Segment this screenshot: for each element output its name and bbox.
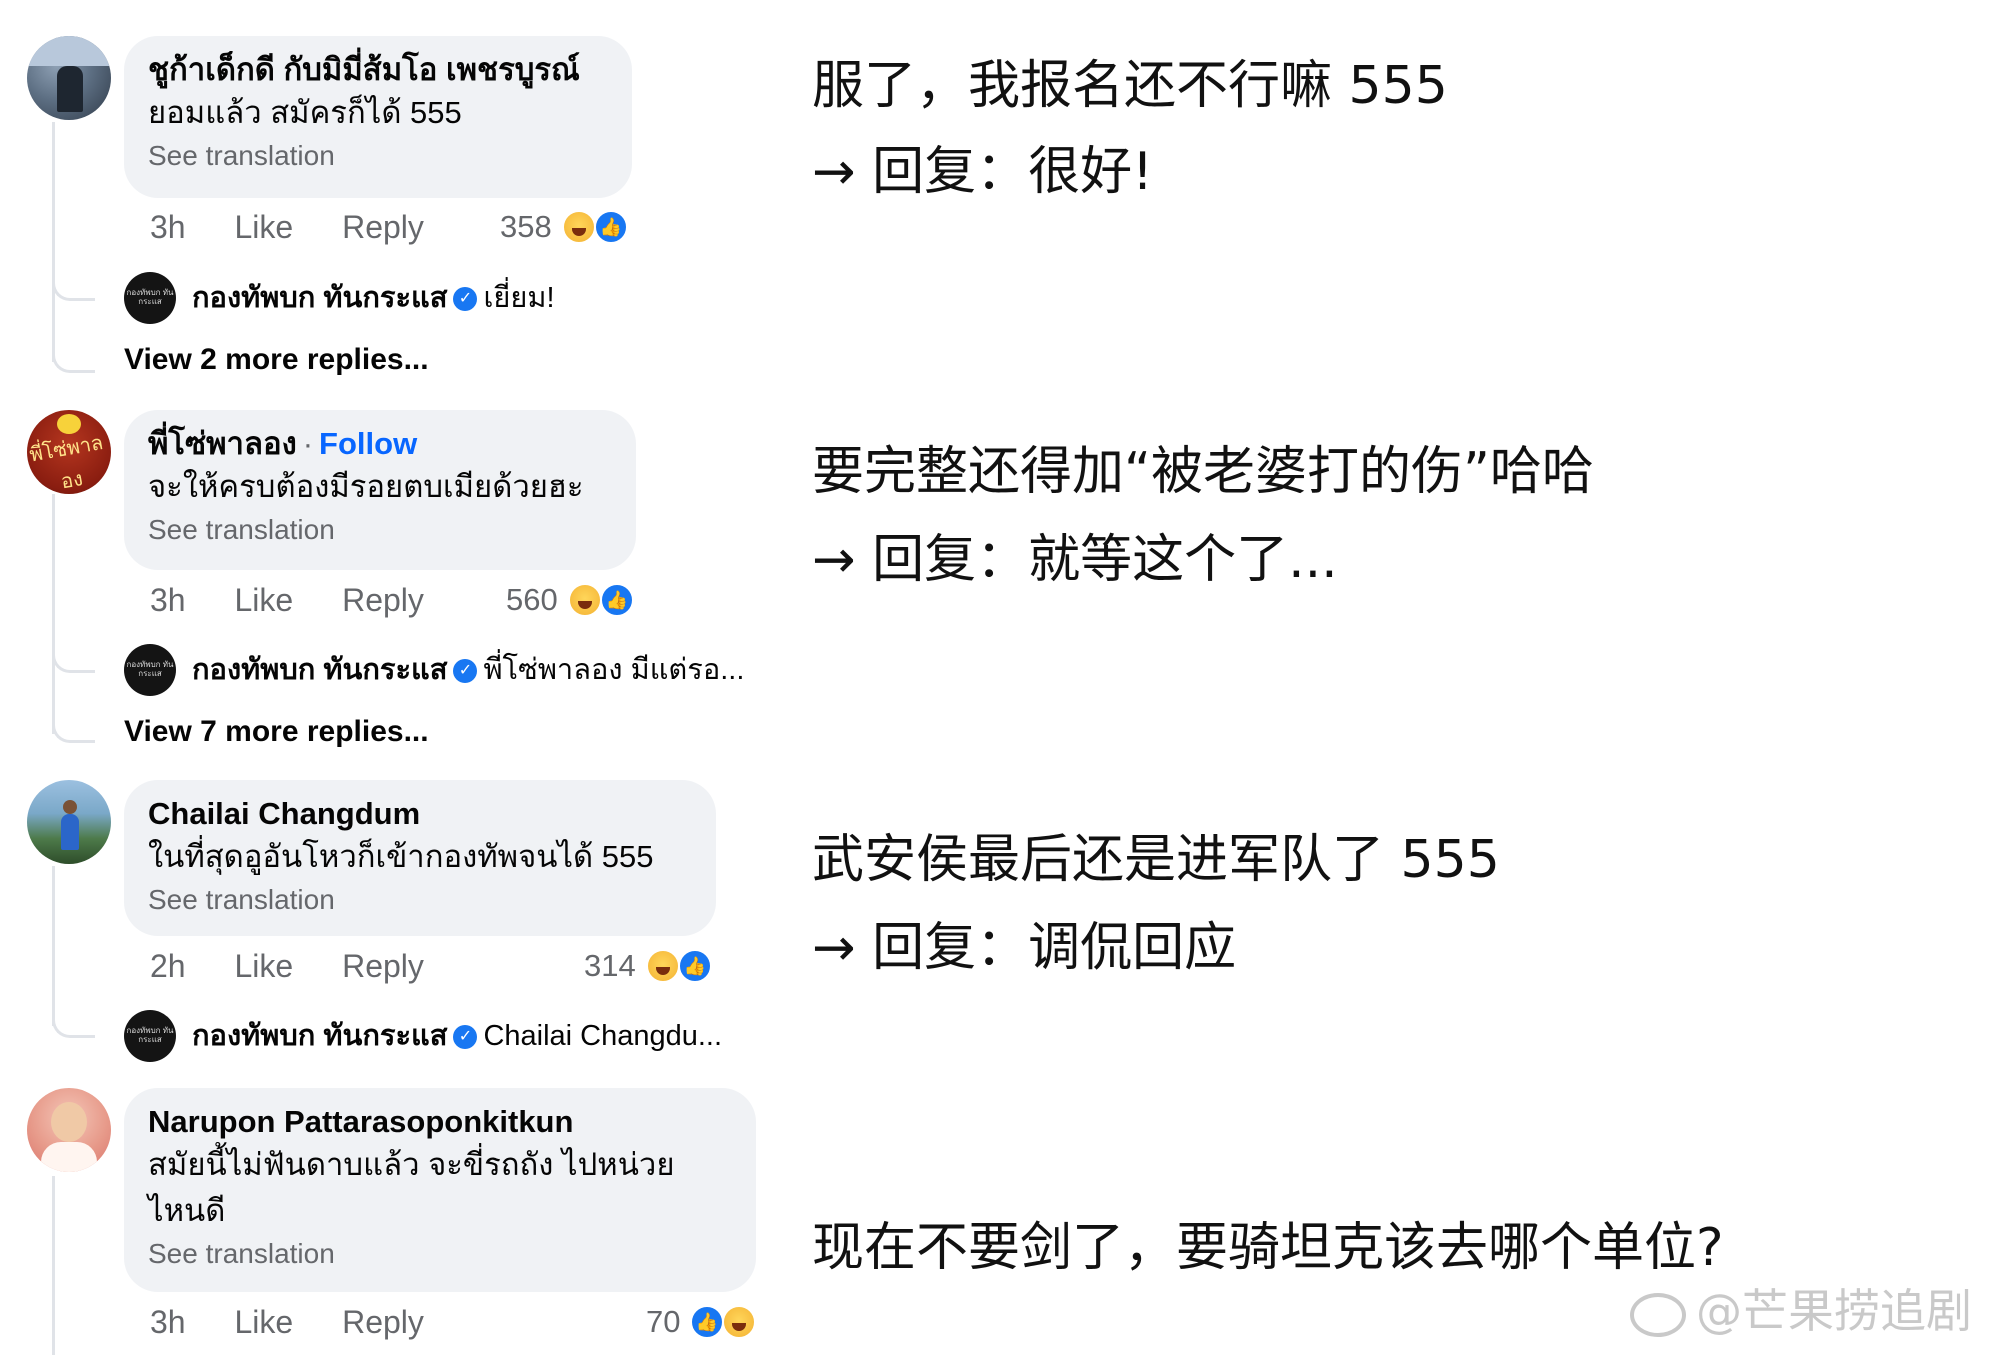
comment-actions-1: 3h Like Reply xyxy=(150,207,464,247)
haha-reaction-icon xyxy=(646,949,680,983)
reply-button[interactable]: Reply xyxy=(342,948,424,984)
see-translation-link[interactable]: See translation xyxy=(148,880,692,920)
comment-time: 3h xyxy=(150,582,186,618)
follow-button[interactable]: Follow xyxy=(319,426,417,461)
comment-text: จะให้ครบต้องมีรอยตบเมียด้วยฮะ xyxy=(148,469,584,504)
comment-author[interactable]: Chailai Changdum xyxy=(148,794,692,834)
see-translation-link[interactable]: See translation xyxy=(148,510,612,550)
page-reply-1[interactable]: กองทัพบก ทันกระแส ✓ เยี่ยม! xyxy=(192,278,555,318)
see-translation-link[interactable]: See translation xyxy=(148,136,608,176)
haha-reaction-icon xyxy=(722,1305,756,1339)
thread-connector-2b xyxy=(52,700,95,743)
verified-badge-icon: ✓ xyxy=(453,287,478,312)
comment-bubble-2: พี่โซ่พาลอง · Follow จะให้ครบต้องมีรอยตบเม… xyxy=(124,410,636,570)
thread-line-2 xyxy=(52,494,55,734)
comment-actions-2: 3h Like Reply xyxy=(150,580,464,620)
comment-text: ยอมแล้ว สมัครก็ได้ 555 xyxy=(148,95,462,130)
annotation-2-line-2: → 回复：就等这个了... xyxy=(812,530,1338,590)
like-button[interactable]: Like xyxy=(234,582,293,618)
like-button[interactable]: Like xyxy=(234,1304,293,1340)
reply-button[interactable]: Reply xyxy=(342,1304,424,1340)
comment-text-line-2: ไหนดี xyxy=(148,1193,226,1228)
see-translation-link[interactable]: See translation xyxy=(148,1234,732,1274)
annotation-1-line-1: 服了，我报名还不行嘛 555 xyxy=(812,56,1448,116)
thread-line-4 xyxy=(52,1176,55,1355)
comment-actions-4: 3h Like Reply xyxy=(150,1302,464,1342)
page-name[interactable]: กองทัพบก ทันกระแส xyxy=(192,654,447,686)
thread-connector-1a xyxy=(52,268,95,301)
comment-actions-3: 2h Like Reply xyxy=(150,946,464,986)
comment-bubble-3: Chailai Changdum ในที่สุดอูอันโหวก็เข้าก… xyxy=(124,780,716,936)
page-name[interactable]: กองทัพบก ทันกระแส xyxy=(192,1020,447,1052)
comment-text: ในที่สุดอูอันโหวก็เข้ากองทัพจนได้ 555 xyxy=(148,839,654,874)
page-reply-text: Chailai Changdu... xyxy=(483,1020,723,1052)
reply-button[interactable]: Reply xyxy=(342,209,424,245)
weibo-icon xyxy=(1630,1292,1686,1337)
comment-author-row: พี่โซ่พาลอง · Follow xyxy=(148,424,612,464)
like-reaction-icon: 👍 xyxy=(594,210,628,244)
reaction-count[interactable]: 70 xyxy=(646,1302,680,1342)
comment-author[interactable]: Narupon Pattarasoponkitkun xyxy=(148,1102,732,1142)
annotation-3-line-2: → 回复：调侃回应 xyxy=(812,918,1237,978)
page-name[interactable]: กองทัพบก ทันกระแส xyxy=(192,282,447,314)
thread-connector-1b xyxy=(52,330,95,373)
annotation-3-line-1: 武安侯最后还是进军队了 555 xyxy=(812,830,1500,890)
annotation-2-line-1: 要完整还得加“被老婆打的伤”哈哈 xyxy=(812,442,1594,502)
thread-line-3 xyxy=(52,866,55,1026)
page-reply-2[interactable]: กองทัพบก ทันกระแส ✓ พี่โซ่พาลอง มีแต่รอ... xyxy=(192,650,744,690)
like-reaction-icon: 👍 xyxy=(690,1305,724,1339)
page-avatar[interactable]: กองทัพบก ทันกระแส xyxy=(124,644,176,696)
comment-bubble-1: ชูก้าเด็กดี กับมิมี่ส้มโอ เพชรบูรณ์ ยอมแ… xyxy=(124,36,632,198)
like-button[interactable]: Like xyxy=(234,209,293,245)
comment-time: 3h xyxy=(150,1304,186,1340)
avatar[interactable] xyxy=(27,1088,111,1172)
watermark-text: @芒果捞追剧 xyxy=(1696,1284,1972,1338)
thread-connector-3a xyxy=(52,1005,95,1038)
thread-line-1 xyxy=(52,122,55,362)
reply-button[interactable]: Reply xyxy=(342,582,424,618)
page-reply-text: พี่โซ่พาลอง มีแต่รอ... xyxy=(483,654,745,686)
avatar[interactable]: พี่โซ่พาลอง xyxy=(27,410,111,494)
like-reaction-icon: 👍 xyxy=(600,583,634,617)
annotation-1-line-2: → 回复：很好! xyxy=(812,142,1153,202)
view-more-replies[interactable]: View 2 more replies... xyxy=(124,340,429,380)
page-avatar[interactable]: กองทัพบก ทันกระแส xyxy=(124,1010,176,1062)
annotation-4-line-1: 现在不要剑了，要骑坦克该去哪个单位? xyxy=(812,1218,1724,1278)
comment-time: 2h xyxy=(150,948,186,984)
comment-author[interactable]: พี่โซ่พาลอง xyxy=(148,426,297,461)
view-more-replies[interactable]: View 7 more replies... xyxy=(124,712,429,752)
comment-time: 3h xyxy=(150,209,186,245)
page-reply-text: เยี่ยม! xyxy=(483,282,555,314)
reaction-count[interactable]: 560 xyxy=(506,580,558,620)
reaction-count[interactable]: 358 xyxy=(500,207,552,247)
comment-bubble-4: Narupon Pattarasoponkitkun สมัยนี้ไม่ฟัน… xyxy=(124,1088,756,1292)
separator-dot: · xyxy=(302,426,314,461)
comment-text-line-1: สมัยนี้ไม่ฟันดาบแล้ว จะขี่รถถัง ไปหน่วย xyxy=(148,1147,675,1182)
haha-reaction-icon xyxy=(562,210,596,244)
page-reply-3[interactable]: กองทัพบก ทันกระแส ✓ Chailai Changdu... xyxy=(192,1016,722,1056)
avatar[interactable] xyxy=(27,780,111,864)
verified-badge-icon: ✓ xyxy=(453,1025,478,1050)
haha-reaction-icon xyxy=(568,583,602,617)
comment-author[interactable]: ชูก้าเด็กดี กับมิมี่ส้มโอ เพชรบูรณ์ xyxy=(148,50,608,90)
page-avatar[interactable]: กองทัพบก ทันกระแส xyxy=(124,272,176,324)
avatar[interactable] xyxy=(27,36,111,120)
verified-badge-icon: ✓ xyxy=(453,659,478,684)
watermark: @芒果捞追剧 xyxy=(1630,1275,1972,1341)
avatar-label: พี่โซ่พาลอง xyxy=(27,429,105,494)
thread-connector-2a xyxy=(52,640,95,673)
like-reaction-icon: 👍 xyxy=(678,949,712,983)
reaction-count[interactable]: 314 xyxy=(584,946,636,986)
like-button[interactable]: Like xyxy=(234,948,293,984)
